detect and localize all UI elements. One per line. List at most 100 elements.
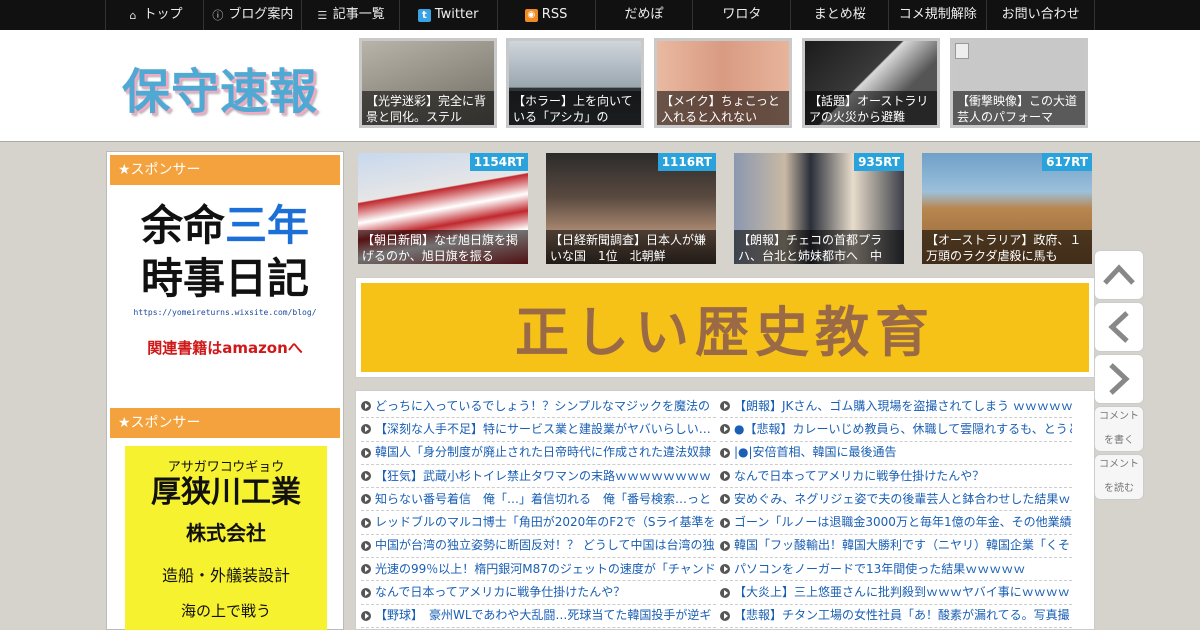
list-item-text: 中国が台湾の独立姿勢に断固反対！？ どうして中国は台湾の独	[375, 538, 715, 553]
nav-item-matome-sakura[interactable]: まとめ桜	[791, 0, 890, 30]
list-item-text: |●|安倍首相、韓国に最後通告	[734, 445, 897, 460]
sponsor-heading: ★スポンサー	[110, 408, 340, 438]
thumb-article-1[interactable]: 【光学迷彩】完全に背景と同化。ステル	[359, 38, 497, 128]
rt-article-4[interactable]: 617RT 【オーストラリア】政府、１万頭のラクダ虐殺に馬も	[922, 153, 1092, 264]
bullet-icon	[361, 610, 371, 621]
nav-item-warota[interactable]: ワロタ	[693, 0, 792, 30]
list-item-text: 韓国「フッ酸輸出！韓国大勝利です（ニヤリ）韓国企業「くそ	[734, 538, 1071, 553]
nav-item-damepo[interactable]: だめぽ	[596, 0, 694, 30]
banner-text: 正しい歴史教育	[515, 300, 935, 364]
bullet-icon	[361, 517, 371, 528]
thumb-article-2[interactable]: 【ホラー】上を向いている「アシカ」の	[506, 38, 644, 128]
list-item[interactable]: 知らない番号着信 俺「…」着信切れる 俺「番号検索…っと	[361, 488, 716, 512]
bullet-icon	[361, 401, 371, 412]
nav-label: 記事一覧	[332, 7, 385, 22]
rt-count-badge: 617RT	[1042, 153, 1092, 171]
list-item-text: 知らない番号着信 俺「…」着信切れる 俺「番号検索…っと	[375, 491, 712, 506]
nav-item-article-list[interactable]: ☰ 記事一覧	[302, 0, 400, 30]
nav-item-twitter[interactable]: t Twitter	[400, 0, 498, 30]
list-item[interactable]: |●|安倍首相、韓国に最後通告	[720, 442, 1072, 465]
chevron-right-icon	[1109, 363, 1130, 395]
list-item-text: 【野球】 豪州WLであわや大乱闘…死球当てた韓国投手が逆ギ	[375, 608, 712, 623]
bullet-icon	[720, 401, 730, 412]
rt-count-badge: 1154RT	[469, 153, 528, 171]
ad-title-part: 余命	[140, 201, 225, 250]
list-item[interactable]: 安めぐみ、ネグリジェ姿で夫の後輩芸人と鉢合わせした結果ｗ	[720, 488, 1072, 512]
sponsor-ad-yomei[interactable]: 余命三年 時事日記 https://yomeireturns.wixsite.c…	[119, 196, 331, 386]
ad-title-line2: 時事日記	[140, 254, 309, 303]
list-item[interactable]: なんで日本ってアメリカに戦争仕掛けたんや？	[361, 581, 716, 605]
banner-ad[interactable]: 正しい歴史教育	[355, 277, 1095, 378]
list-item[interactable]: 【朗報】JKさん、ゴム購入現場を盗撮されてしまう ｗｗｗｗｗ	[720, 395, 1072, 419]
ad-url: https://yomeireturns.wixsite.com/blog/	[133, 308, 317, 317]
nav-item-rss[interactable]: ◉ RSS	[498, 0, 596, 30]
bullet-icon	[720, 564, 730, 575]
sponsor-ad-asagawa[interactable]: アサガワコウギョウ 厚狭川工業 株式会社 造船・外艤装設計 海の上で戦う	[125, 446, 327, 630]
ad-amazon-link[interactable]: 関連書籍はamazonへ	[119, 337, 331, 358]
list-item[interactable]: どっちに入っているでしょう！？シンプルなマジックを魔法の	[361, 395, 716, 419]
prev-article-button[interactable]	[1094, 302, 1144, 352]
rt-article-2[interactable]: 1116RT 【日経新聞調査】日本人が嫌いな国 1位 北朝鮮	[546, 153, 716, 264]
list-item[interactable]: なんで日本ってアメリカに戦争仕掛けたんや？	[720, 465, 1072, 489]
nav-item-contact[interactable]: お問い合わせ	[987, 0, 1096, 30]
rt-article-3[interactable]: 935RT 【朗報】チェコの首都プラハ、台北と姉妹都市へ 中	[734, 153, 904, 264]
rt-count-badge: 935RT	[854, 153, 904, 171]
thumb-caption: 【話題】オーストラリアの火災から避難	[805, 91, 937, 125]
thumb-caption: 【メイク】ちょこっと入れると入れない	[657, 91, 789, 125]
write-comment-button[interactable]: コメント を書く	[1094, 406, 1144, 452]
list-item-text: なんで日本ってアメリカに戦争仕掛けたんや？	[734, 468, 985, 483]
nav-label: RSS	[541, 7, 568, 22]
bullet-icon	[361, 447, 371, 458]
article-lists: どっちに入っているでしょう！？シンプルなマジックを魔法の 【深刻な人手不足】特に…	[355, 390, 1095, 630]
nav-label: コメ規制解除	[898, 7, 977, 22]
list-item[interactable]: 韓国人「身分制度が廃止された日帝時代に作成された違法奴隷	[361, 442, 716, 465]
list-item[interactable]: 中国が台湾の独立姿勢に断固反対！？ どうして中国は台湾の独	[361, 535, 716, 559]
list-item-text: 安めぐみ、ネグリジェ姿で夫の後輩芸人と鉢合わせした結果ｗ	[734, 491, 1071, 506]
list-item-text: 光速の99％以上！楕円銀河M87のジェットの速度が「チャンド	[375, 561, 716, 576]
thumb-caption: 【ホラー】上を向いている「アシカ」の	[509, 91, 641, 125]
nav-item-blog-guide[interactable]: ⓘ ブログ案内	[204, 0, 302, 30]
thumb-article-5[interactable]: 【衝撃映像】この大道芸人のパフォーマ	[950, 38, 1088, 128]
list-item-text: 【朗報】JKさん、ゴム購入現場を盗撮されてしまう ｗｗｗｗｗ	[734, 398, 1072, 413]
nav-item-top[interactable]: ⌂ トップ	[106, 0, 204, 30]
bullet-icon	[720, 424, 730, 435]
top-navigation: ⌂ トップ ⓘ ブログ案内 ☰ 記事一覧 t Twitter ◉ RSS だめぽ ワロタ …	[0, 0, 1200, 30]
chevron-up-icon	[1103, 264, 1135, 285]
rt-article-1[interactable]: 1154RT 【朝日新聞】なぜ旭日旗を掲げるのか、旭日旗を振る	[358, 153, 528, 264]
broken-image-icon	[955, 43, 969, 59]
bullet-icon	[720, 540, 730, 551]
nav-label: ワロタ	[722, 7, 762, 22]
list-item[interactable]: レッドブルのマルコ博士「角田が2020年のF2で（Sライ基準を	[361, 511, 716, 535]
list-item-text: ●【悲報】カレーいじめ教員ら、休職して雲隠れするも、とうと	[734, 421, 1072, 436]
nav-item-comment-unblock[interactable]: コメ規制解除	[889, 0, 988, 30]
list-item[interactable]: 【狂気】武蔵小杉トイレ禁止タワマンの末路ｗｗｗｗｗｗｗｗ	[361, 465, 716, 489]
ad-corp: 株式会社	[186, 521, 266, 545]
read-comments-button[interactable]: コメント を読む	[1094, 454, 1144, 500]
bullet-icon	[720, 471, 730, 482]
article-list-right: 【朗報】JKさん、ゴム購入現場を盗撮されてしまう ｗｗｗｗｗ ●【悲報】カレーい…	[720, 395, 1072, 628]
thumb-article-3[interactable]: 【メイク】ちょこっと入れると入れない	[654, 38, 792, 128]
nav-label: お問い合わせ	[1001, 7, 1080, 22]
next-article-button[interactable]	[1094, 354, 1144, 404]
list-item[interactable]: 【大炎上】三上悠亜さんに批判殺到ｗｗｗヤバイ事にｗｗｗｗ	[720, 581, 1072, 605]
list-item-text: レッドブルのマルコ博士「角田が2020年のF2で（Sライ基準を	[375, 515, 716, 530]
rss-icon: ◉	[524, 8, 538, 22]
list-item[interactable]: 【深刻な人手不足】特にサービス業と建設業がヤバいらしい…	[361, 418, 716, 442]
list-item[interactable]: パソコンをノーガードで13年間使った結果ｗｗｗｗｗ	[720, 558, 1072, 582]
list-item[interactable]: 【悲報】チタン工場の女性社員「あ！酸素が漏れてる。写真撮	[720, 605, 1072, 628]
bullet-icon	[361, 564, 371, 575]
thumb-article-4[interactable]: 【話題】オーストラリアの火災から避難	[802, 38, 940, 128]
site-logo[interactable]: 保守速報	[122, 52, 318, 122]
list-item[interactable]: 光速の99％以上！楕円銀河M87のジェットの速度が「チャンド	[361, 558, 716, 582]
list-item[interactable]: ●【悲報】カレーいじめ教員ら、休職して雲隠れするも、とうと	[720, 418, 1072, 442]
scroll-top-button[interactable]	[1094, 250, 1144, 300]
list-item[interactable]: 【野球】 豪州WLであわや大乱闘…死球当てた韓国投手が逆ギ	[361, 605, 716, 628]
ad-kana: アサガワコウギョウ	[167, 460, 285, 475]
list-item[interactable]: ゴーン「ルノーは退職金3000万と毎年1億の年金、その他業績報	[720, 511, 1072, 535]
list-item-text: ゴーン「ルノーは退職金3000万と毎年1億の年金、その他業績報	[734, 515, 1072, 530]
bullet-icon	[361, 471, 371, 482]
list-item[interactable]: 韓国「フッ酸輸出！韓国大勝利です（ニヤリ）韓国企業「くそ	[720, 535, 1072, 559]
sidebar: ★スポンサー 余命三年 時事日記 https://yomeireturns.wi…	[106, 151, 344, 630]
sponsor-heading: ★スポンサー	[110, 155, 340, 185]
ad-desc: 造船・外艤装設計	[161, 566, 290, 585]
